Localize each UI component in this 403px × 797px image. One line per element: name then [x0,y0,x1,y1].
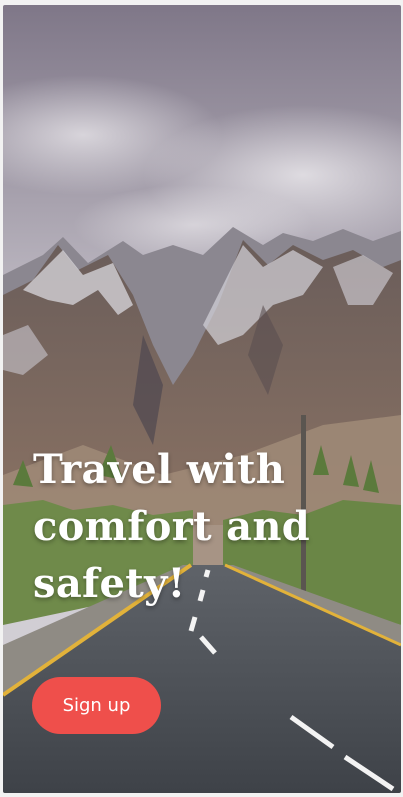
headline-line: Travel with [33,446,286,493]
sign-up-button[interactable]: Sign up [32,677,161,734]
headline-line: comfort and [33,503,310,550]
headline-line: safety! [33,560,186,607]
landing-screen: Travel with comfort and safety! Sign up [3,5,401,793]
hero-background-image [3,5,401,793]
hero-headline: Travel with comfort and safety! [33,441,353,612]
